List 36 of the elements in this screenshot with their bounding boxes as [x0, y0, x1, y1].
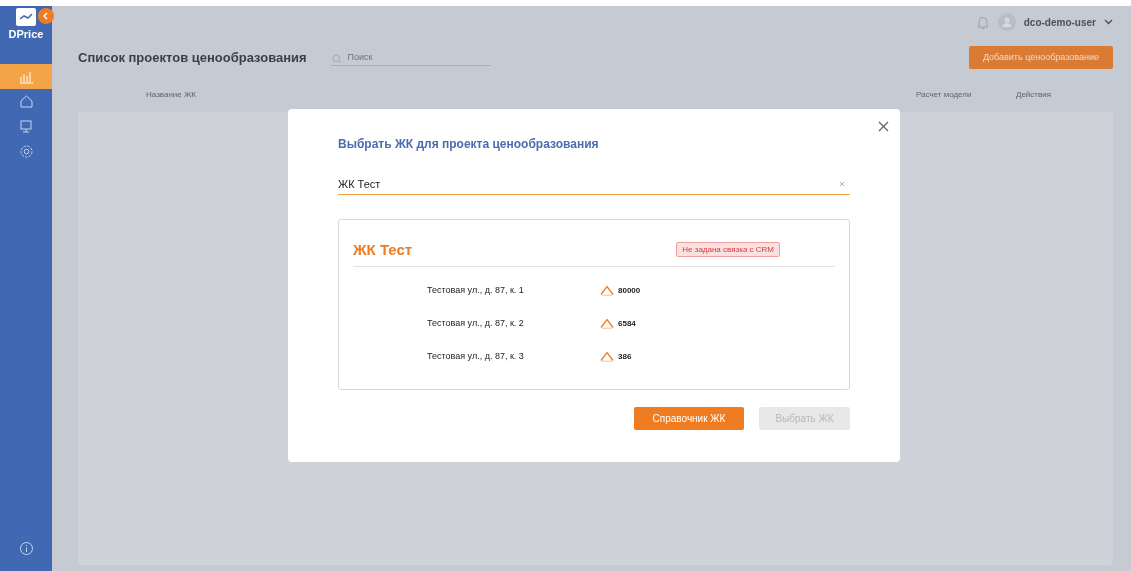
monitor-icon [18, 119, 34, 134]
building-address: Тестовая ул., д. 87, к. 2 [427, 318, 525, 328]
house-icon [600, 350, 614, 362]
search-field[interactable]: Поиск [330, 48, 491, 66]
directory-button[interactable]: Справочник ЖК [634, 407, 744, 430]
column-header: Название ЖК [146, 89, 198, 99]
bell-icon[interactable] [975, 14, 990, 30]
avatar-icon[interactable] [997, 13, 1016, 31]
home-icon [18, 94, 34, 109]
user-name[interactable]: dco-demo-user [1023, 16, 1096, 28]
logo-text: DPrice [8, 28, 44, 40]
clear-icon[interactable] [839, 181, 845, 187]
chevron-down-icon[interactable] [1104, 19, 1113, 25]
info-icon[interactable] [18, 541, 34, 556]
apartment-count: 80000 [618, 285, 641, 295]
search-icon [331, 53, 342, 64]
building-address: Тестовая ул., д. 87, к. 3 [427, 351, 525, 361]
collapse-button[interactable] [38, 8, 54, 24]
close-button[interactable] [878, 121, 889, 132]
column-header: Действия [1016, 89, 1053, 99]
complex-input-field[interactable]: ЖК Тест [338, 173, 850, 195]
complex-name: ЖК Тест [353, 240, 413, 258]
column-header: Расчет модели [916, 89, 973, 99]
nav-item[interactable] [0, 64, 52, 89]
chevron-left-icon [42, 12, 50, 20]
house-icon [600, 317, 614, 329]
apartment-count: 386 [618, 351, 632, 361]
house-icon [600, 284, 614, 296]
settings-icon [18, 144, 34, 159]
modal-title: Выбрать ЖК для проекта ценообразования [338, 137, 600, 151]
building-address: Тестовая ул., д. 87, к. 1 [427, 285, 525, 295]
chart-icon [18, 69, 34, 84]
add-pricing-button[interactable]: Добавить ценообразование [968, 45, 1113, 69]
page-title: Список проектов ценообразования [78, 49, 307, 65]
apartment-count: 6584 [618, 318, 636, 328]
crm-warning-badge: Не задана связка с CRM [676, 241, 780, 257]
